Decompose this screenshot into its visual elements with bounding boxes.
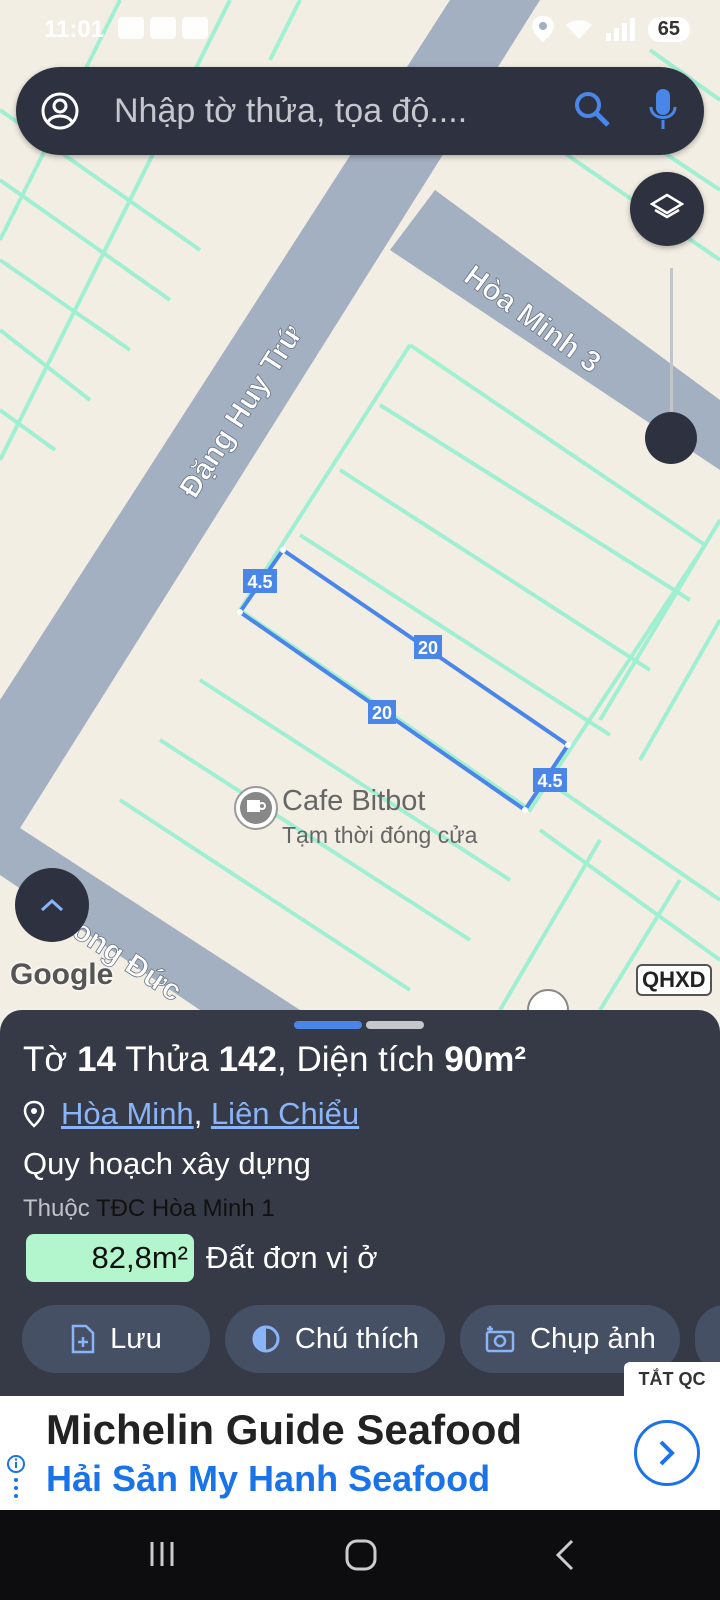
- system-nav-bar: [0, 1510, 720, 1600]
- planning-title: Quy hoạch xây dựng: [23, 1146, 311, 1181]
- layers-icon: [650, 193, 684, 219]
- planning-zone: Thuộc TĐC Hòa Minh 1: [23, 1195, 275, 1222]
- camera-icon: [485, 1326, 515, 1353]
- land-use-row: 82,8m² Đất đơn vị ở: [26, 1234, 378, 1282]
- poi-status: Tạm thời đóng cửa: [282, 822, 478, 848]
- back-icon[interactable]: [552, 1538, 578, 1572]
- parcel-area: 90m²: [444, 1040, 527, 1079]
- ad-open-button[interactable]: [634, 1420, 700, 1486]
- wifi-icon: [565, 20, 592, 39]
- contrast-icon: [252, 1325, 280, 1353]
- search-bar[interactable]: [16, 67, 704, 155]
- sheet-number: 14: [77, 1040, 117, 1079]
- parcel-dim-d: 4.5: [537, 771, 562, 791]
- opacity-slider-thumb[interactable]: [645, 412, 697, 464]
- legend-button[interactable]: Chú thích: [225, 1305, 445, 1373]
- status-time: 11:01: [44, 16, 105, 43]
- ad-subline[interactable]: Hải Sản My Hanh Seafood: [46, 1458, 490, 1500]
- search-input[interactable]: [112, 91, 554, 132]
- action-buttons: Lưu Chú thích Chụp ảnh: [22, 1305, 720, 1373]
- add-file-icon: [71, 1324, 95, 1354]
- qhxd-badge[interactable]: QHXD: [636, 964, 712, 996]
- save-button[interactable]: Lưu: [22, 1305, 210, 1373]
- plot-number: 142: [218, 1040, 277, 1079]
- sheet-handle[interactable]: [366, 1021, 424, 1029]
- account-icon[interactable]: [40, 91, 80, 131]
- close-ad-button[interactable]: TẮT QC: [624, 1362, 720, 1396]
- district-link[interactable]: Liên Chiểu: [211, 1096, 359, 1132]
- home-icon[interactable]: [344, 1538, 378, 1572]
- layers-button[interactable]: [630, 172, 704, 246]
- land-use-type: Đất đơn vị ở: [206, 1240, 378, 1275]
- location-pin-icon: [23, 1100, 45, 1128]
- chevron-right-icon: [659, 1440, 675, 1466]
- parcel-info-sheet[interactable]: Tờ 14 Thửa 142, Diện tích 90m² Hòa Minh,…: [0, 1010, 720, 1396]
- search-icon[interactable]: [572, 89, 612, 129]
- parcel-location: Hòa Minh, Liên Chiểu: [23, 1096, 359, 1132]
- info-icon[interactable]: [6, 1454, 26, 1502]
- ad-headline[interactable]: Michelin Guide Seafood: [46, 1406, 522, 1454]
- battery-level: 65: [647, 16, 690, 42]
- recent-apps-icon[interactable]: [146, 1538, 178, 1570]
- poi-name: Cafe Bitbot: [282, 785, 425, 817]
- status-bar: 11:01 65: [0, 0, 720, 60]
- sheet-handle-active[interactable]: [294, 1021, 362, 1029]
- land-use-area-badge: 82,8m²: [26, 1234, 194, 1282]
- parcel-dim-a: 4.5: [247, 572, 272, 592]
- notification-icons: [118, 17, 208, 39]
- parcel-title: Tờ 14 Thửa 142, Diện tích 90m²: [23, 1040, 527, 1079]
- microphone-icon[interactable]: [648, 87, 678, 133]
- chevron-up-icon: [40, 898, 64, 912]
- parcel-dim-c: 20: [372, 703, 392, 723]
- ad-banner[interactable]: Michelin Guide Seafood Hải Sản My Hanh S…: [0, 1396, 720, 1510]
- expand-up-button[interactable]: [15, 868, 89, 942]
- ward-link[interactable]: Hòa Minh: [61, 1096, 194, 1132]
- location-icon: [531, 16, 554, 42]
- google-logo: Google: [10, 958, 114, 991]
- signal-icon: [605, 18, 635, 41]
- parcel-dim-b: 20: [418, 638, 438, 658]
